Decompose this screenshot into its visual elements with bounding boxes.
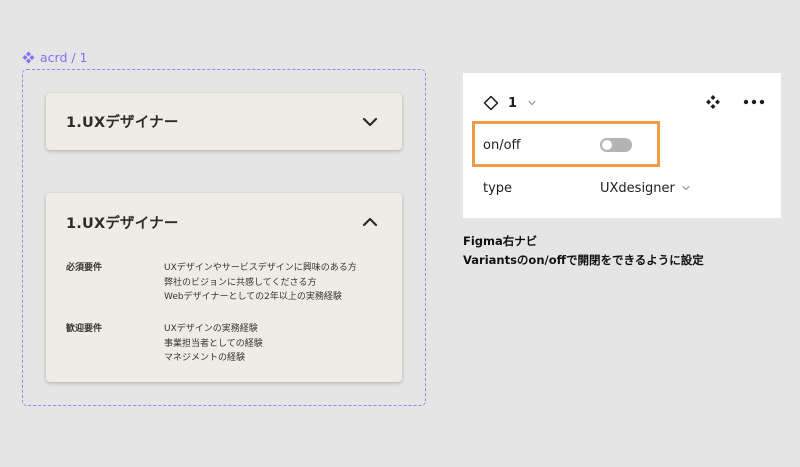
component-set-icon xyxy=(22,51,35,64)
instance-selector[interactable]: 1 xyxy=(483,93,537,113)
card-title: 1.UXデザイナー xyxy=(66,216,179,232)
component-icon[interactable] xyxy=(705,94,721,110)
instance-label: 1 xyxy=(508,95,518,111)
requirement-line: 弊社のビジョンに共感してくださる方 xyxy=(164,277,317,288)
requirements-section-required: 必須要件 UXデザインやサービスデザインに興味のある方 弊社のビジョンに共感して… xyxy=(66,261,357,305)
chevron-down-icon xyxy=(528,100,536,106)
section-label: 歓迎要件 xyxy=(66,324,103,334)
requirement-line: マネジメントの経験 xyxy=(164,353,246,363)
section-label: 必須要件 xyxy=(66,263,103,273)
caption-line: Figma右ナビ xyxy=(463,234,538,248)
more-options-icon[interactable] xyxy=(743,99,765,105)
property-row-type: type UXdesigner xyxy=(483,177,691,199)
caption-line: Variantsのon/offで開閉をできるように設定 xyxy=(463,253,704,267)
instance-diamond-icon xyxy=(483,95,499,111)
chevron-up-icon[interactable] xyxy=(361,213,379,231)
component-set-label[interactable]: acrd / 1 xyxy=(22,50,88,65)
property-name: type xyxy=(483,180,513,196)
component-set-name: acrd / 1 xyxy=(40,50,88,65)
highlight-box xyxy=(472,121,660,167)
chevron-down-icon xyxy=(682,185,690,191)
requirement-line: Webデザイナーとしての2年以上の実務経験 xyxy=(164,292,342,302)
card-title: 1.UXデザイナー xyxy=(66,115,179,131)
chevron-down-icon[interactable] xyxy=(361,113,379,131)
requirement-line: UXデザインの実務経験 xyxy=(164,324,258,334)
type-select[interactable]: UXdesigner xyxy=(600,181,691,196)
accordion-card-closed[interactable]: 1.UXデザイナー xyxy=(46,93,402,150)
requirements-section-welcome: 歓迎要件 UXデザインの実務経験 事業担当者としての経験 マネジメントの経験 xyxy=(66,322,263,366)
annotation-caption: Figma右ナビ Variantsのon/offで開閉をできるように設定 xyxy=(463,232,704,270)
accordion-card-open[interactable]: 1.UXデザイナー 必須要件 UXデザインやサービスデザインに興味のある方 弊社… xyxy=(46,193,402,382)
requirement-line: 事業担当者としての経験 xyxy=(164,338,263,349)
requirement-line: UXデザインやサービスデザインに興味のある方 xyxy=(164,263,357,273)
type-select-value: UXdesigner xyxy=(600,180,675,196)
